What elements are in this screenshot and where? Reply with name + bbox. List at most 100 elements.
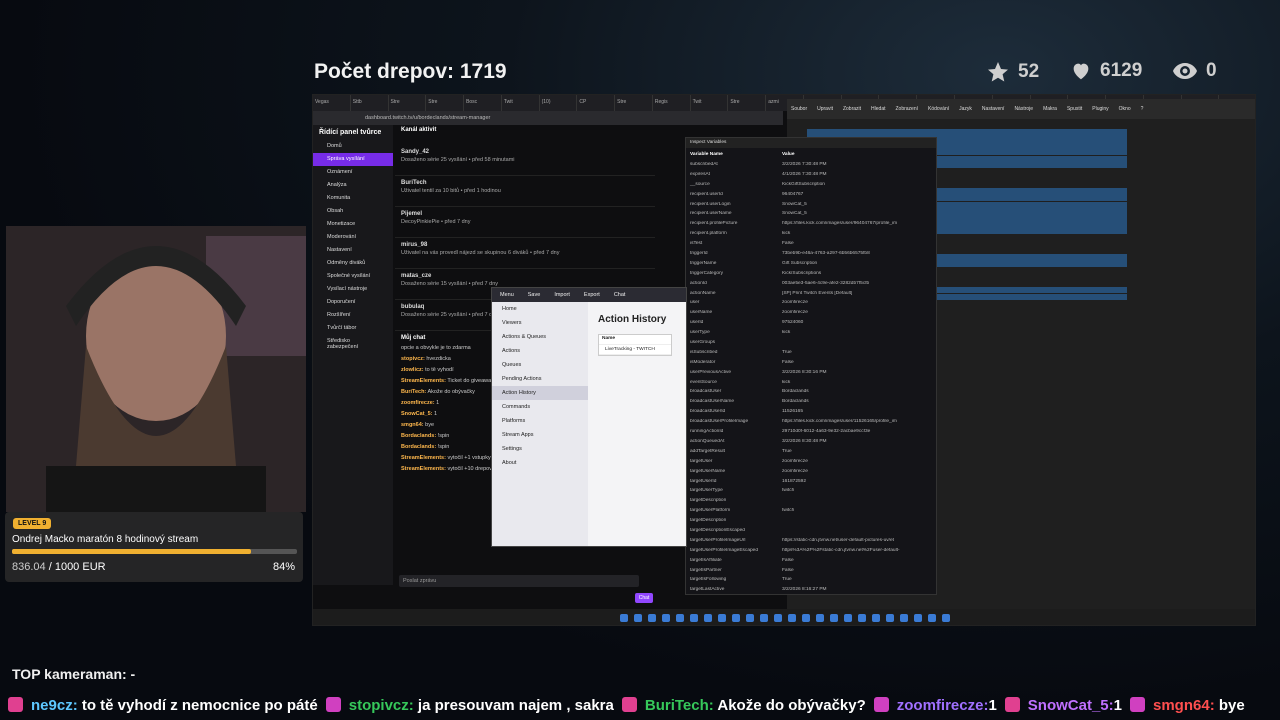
browser-tab[interactable]: (10)	[540, 95, 578, 111]
editor-menu-item[interactable]: Okno	[1119, 106, 1131, 112]
streamerbot-nav-item[interactable]: About	[492, 456, 588, 470]
taskbar-app-icon[interactable]	[620, 614, 628, 622]
editor-menu-item[interactable]: Kódování	[928, 106, 949, 112]
variable-row: userPreviousActive 3/2/2026 8:30:16 PM	[686, 370, 936, 380]
streamerbot-nav-item[interactable]: Viewers	[492, 316, 588, 330]
editor-menu-item[interactable]: Nástroje	[1014, 106, 1033, 112]
browser-tab[interactable]: Stre	[389, 95, 427, 111]
taskbar-app-icon[interactable]	[900, 614, 908, 622]
chat-title: Můj chat	[401, 335, 426, 341]
streamerbot-nav-item[interactable]: Queues	[492, 358, 588, 372]
editor-menu-item[interactable]: ?	[1141, 106, 1144, 112]
taskbar-app-icon[interactable]	[662, 614, 670, 622]
sidebar-item[interactable]: Komunita	[313, 192, 393, 205]
editor-menu-item[interactable]: Hledat	[871, 106, 885, 112]
streamerbot-toolbar-button[interactable]: Import	[554, 292, 570, 298]
browser-tab[interactable]: Twit	[691, 95, 729, 111]
chat-input[interactable]: Poslat zprávu	[399, 575, 639, 587]
taskbar-app-icon[interactable]	[942, 614, 950, 622]
taskbar-app-icon[interactable]	[718, 614, 726, 622]
sidebar-item[interactable]: Správa vysílání	[313, 153, 393, 166]
sidebar-item[interactable]: Analýza	[313, 179, 393, 192]
streamerbot-nav-item[interactable]: Home	[492, 302, 588, 316]
streamerbot-nav-item[interactable]: Actions	[492, 344, 588, 358]
sidebar-item[interactable]: Rozšíření	[313, 309, 393, 322]
sidebar-item[interactable]: Domů	[313, 140, 393, 153]
streamerbot-toolbar-button[interactable]: Menu	[500, 292, 514, 298]
action-history-row[interactable]: LiveTracking - TWITCH	[602, 346, 668, 354]
variable-value: SnowCat_5	[782, 211, 807, 217]
sidebar-item[interactable]: Odměny diváků	[313, 257, 393, 270]
taskbar-app-icon[interactable]	[802, 614, 810, 622]
browser-tab[interactable]: Stre	[615, 95, 653, 111]
taskbar-app-icon[interactable]	[830, 614, 838, 622]
taskbar-app-icon[interactable]	[788, 614, 796, 622]
browser-tab[interactable]: Stre	[426, 95, 465, 111]
streamerbot-nav-item[interactable]: Stream Apps	[492, 428, 588, 442]
browser-tab[interactable]: Vegas	[313, 95, 351, 111]
editor-menu-item[interactable]: Soubor	[791, 106, 807, 112]
streamerbot-toolbar-button[interactable]: Chat	[614, 292, 626, 298]
browser-tab[interactable]: Sttb	[351, 95, 389, 111]
taskbar-app-icon[interactable]	[928, 614, 936, 622]
sidebar-item[interactable]: Moderování	[313, 231, 393, 244]
editor-menu-item[interactable]: Spustit	[1067, 106, 1082, 112]
streamerbot-toolbar-button[interactable]: Save	[528, 292, 541, 298]
browser-tab[interactable]: Stre	[728, 95, 767, 111]
editor-menu-item[interactable]: Zobrazit	[843, 106, 861, 112]
views-stat: 0	[1172, 60, 1217, 82]
taskbar-app-icon[interactable]	[774, 614, 782, 622]
taskbar-app-icon[interactable]	[872, 614, 880, 622]
sidebar-item[interactable]: Tvůrčí tábor	[313, 322, 393, 335]
taskbar-app-icon[interactable]	[816, 614, 824, 622]
goal-target: / 1000 EUR	[48, 561, 106, 573]
variable-name: targetDescriptionEscaped	[690, 527, 745, 533]
taskbar-app-icon[interactable]	[858, 614, 866, 622]
chat-text: Akože do obývačky	[427, 389, 475, 395]
streamerbot-nav-item[interactable]: Platforms	[492, 414, 588, 428]
browser-tab[interactable]: Regis	[653, 95, 691, 111]
browser-tab[interactable]: Twit	[502, 95, 540, 111]
variable-row: targetDescription	[686, 498, 936, 508]
chat-username: BuriTech:	[401, 389, 427, 395]
editor-menu-item[interactable]: Nastavení	[982, 106, 1005, 112]
variable-name: targetUserProfileImageUrl	[690, 537, 746, 543]
streamerbot-nav-item[interactable]: Actions & Queues	[492, 330, 588, 344]
taskbar-app-icon[interactable]	[648, 614, 656, 622]
sidebar-item[interactable]: Středisko zabezpečení	[313, 335, 393, 350]
streamerbot-nav-item[interactable]: Pending Actions	[492, 372, 588, 386]
streamerbot-nav-item[interactable]: Settings	[492, 442, 588, 456]
taskbar-app-icon[interactable]	[676, 614, 684, 622]
taskbar-app-icon[interactable]	[634, 614, 642, 622]
browser-tab[interactable]: CP	[577, 95, 616, 111]
sidebar-item[interactable]: Oznámení	[313, 166, 393, 179]
variable-value: twitch	[782, 488, 795, 494]
sidebar-item[interactable]: Monetizace	[313, 218, 393, 231]
streamerbot-nav-item[interactable]: Commands	[492, 400, 588, 414]
address-bar[interactable]: dashboard.twitch.tv/u/bordeclands/stream…	[313, 111, 783, 125]
taskbar-app-icon[interactable]	[690, 614, 698, 622]
editor-menu-item[interactable]: Upravit	[817, 106, 833, 112]
sidebar-item[interactable]: Doporučení	[313, 296, 393, 309]
editor-menu-item[interactable]: Pluginy	[1092, 106, 1108, 112]
editor-menu-item[interactable]: Zobrazení	[895, 106, 918, 112]
streamerbot-toolbar-button[interactable]: Export	[584, 292, 600, 298]
sidebar-item[interactable]: Vysílací nástroje	[313, 283, 393, 296]
taskbar-app-icon[interactable]	[844, 614, 852, 622]
editor-menu-item[interactable]: Jazyk	[959, 106, 972, 112]
taskbar-app-icon[interactable]	[746, 614, 754, 622]
sidebar-item[interactable]: Nastavení	[313, 244, 393, 257]
taskbar-app-icon[interactable]	[760, 614, 768, 622]
taskbar-app-icon[interactable]	[704, 614, 712, 622]
sidebar-item[interactable]: Společné vysílání	[313, 270, 393, 283]
browser-tab[interactable]: Bosc	[464, 95, 502, 111]
chat-send-button[interactable]: Chat	[635, 593, 653, 603]
taskbar-app-icon[interactable]	[914, 614, 922, 622]
taskbar-app-icon[interactable]	[886, 614, 894, 622]
variable-value: https://files.kick.com/images/user/11526…	[782, 419, 897, 425]
sidebar-item[interactable]: Obsah	[313, 205, 393, 218]
taskbar-app-icon[interactable]	[732, 614, 740, 622]
streamer-silhouette	[6, 226, 306, 512]
editor-menu-item[interactable]: Makra	[1043, 106, 1057, 112]
streamerbot-nav-item[interactable]: Action History	[492, 386, 588, 400]
